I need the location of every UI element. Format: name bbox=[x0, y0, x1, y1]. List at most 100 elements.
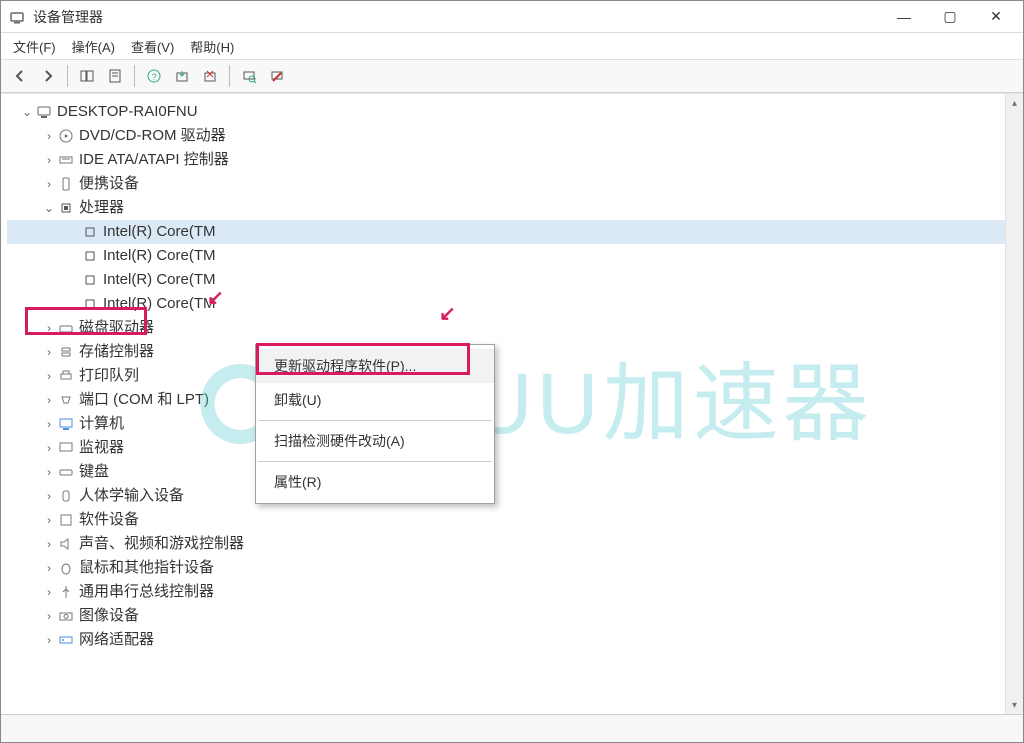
help-button[interactable]: ? bbox=[141, 63, 167, 89]
storage-icon bbox=[57, 343, 75, 361]
tree-node-label: DVD/CD-ROM 驱动器 bbox=[79, 124, 226, 148]
tree-root[interactable]: DESKTOP-RAI0FNU bbox=[7, 100, 1005, 124]
tree-node-label: 端口 (COM 和 LPT) bbox=[79, 388, 209, 412]
toolbar-separator bbox=[67, 65, 68, 87]
ctx-update-driver[interactable]: 更新驱动程序软件(P)... bbox=[256, 349, 494, 383]
vertical-scrollbar[interactable]: ▴ ▾ bbox=[1005, 94, 1023, 714]
keyboard-icon bbox=[57, 463, 75, 481]
svg-text:?: ? bbox=[151, 72, 156, 82]
menu-help[interactable]: 帮助(H) bbox=[184, 35, 240, 58]
uninstall-button[interactable] bbox=[197, 63, 223, 89]
expand-icon[interactable] bbox=[41, 580, 57, 604]
expand-icon[interactable] bbox=[41, 412, 57, 436]
context-menu-separator bbox=[258, 461, 492, 462]
expand-icon[interactable] bbox=[41, 148, 57, 172]
tree-node-label: 处理器 bbox=[79, 196, 124, 220]
tree-node-usb[interactable]: 通用串行总线控制器 bbox=[7, 580, 1005, 604]
close-button[interactable]: ✕ bbox=[973, 2, 1019, 32]
nav-back-button[interactable] bbox=[7, 63, 33, 89]
toolbar: ? bbox=[1, 59, 1023, 93]
tree-node-hid[interactable]: 人体学输入设备 bbox=[7, 484, 1005, 508]
tree-node-label: 存储控制器 bbox=[79, 340, 154, 364]
printer-icon bbox=[57, 367, 75, 385]
expand-icon[interactable] bbox=[41, 364, 57, 388]
tree-node-disk[interactable]: 磁盘驱动器 bbox=[7, 316, 1005, 340]
expand-icon[interactable] bbox=[41, 604, 57, 628]
ctx-uninstall[interactable]: 卸载(U) bbox=[256, 383, 494, 417]
cpu-icon bbox=[81, 223, 99, 241]
tree-node-dvd[interactable]: DVD/CD-ROM 驱动器 bbox=[7, 124, 1005, 148]
device-manager-window: 设备管理器 — ▢ ✕ 文件(F) 操作(A) 查看(V) 帮助(H) ? 网易… bbox=[0, 0, 1024, 743]
tree-node-label: 图像设备 bbox=[79, 604, 139, 628]
tree-node-label: 人体学输入设备 bbox=[79, 484, 184, 508]
device-tree[interactable]: 网易UU加速器 ↙ ↙ DESKTOP-RAI0FNU DVD/CD-ROM 驱… bbox=[1, 94, 1005, 714]
tree-node-portable[interactable]: 便携设备 bbox=[7, 172, 1005, 196]
expand-icon[interactable] bbox=[41, 340, 57, 364]
expand-icon[interactable] bbox=[41, 484, 57, 508]
tree-node-keyboard[interactable]: 键盘 bbox=[7, 460, 1005, 484]
portable-device-icon bbox=[57, 175, 75, 193]
tree-node-cpu-0[interactable]: Intel(R) Core(TM bbox=[7, 220, 1005, 244]
tree-node-imaging[interactable]: 图像设备 bbox=[7, 604, 1005, 628]
nav-forward-button[interactable] bbox=[35, 63, 61, 89]
tree-node-label: Intel(R) Core(TM bbox=[103, 268, 216, 292]
tree-node-computer[interactable]: 计算机 bbox=[7, 412, 1005, 436]
tree-node-printq[interactable]: 打印队列 bbox=[7, 364, 1005, 388]
tree-node-label: Intel(R) Core(TM bbox=[103, 220, 216, 244]
ctx-properties[interactable]: 属性(R) bbox=[256, 465, 494, 499]
ctx-scan-hardware[interactable]: 扫描检测硬件改动(A) bbox=[256, 424, 494, 458]
tree-node-label: 磁盘驱动器 bbox=[79, 316, 154, 340]
show-hide-tree-button[interactable] bbox=[74, 63, 100, 89]
tree-node-label: 声音、视频和游戏控制器 bbox=[79, 532, 244, 556]
tree-node-monitor[interactable]: 监视器 bbox=[7, 436, 1005, 460]
network-icon bbox=[57, 631, 75, 649]
tree-node-ide[interactable]: IDE ATA/ATAPI 控制器 bbox=[7, 148, 1005, 172]
app-icon bbox=[9, 9, 25, 25]
tree-node-mouse[interactable]: 鼠标和其他指针设备 bbox=[7, 556, 1005, 580]
cpu-icon bbox=[81, 295, 99, 313]
tree-node-storage[interactable]: 存储控制器 bbox=[7, 340, 1005, 364]
menu-view[interactable]: 查看(V) bbox=[125, 35, 180, 58]
maximize-button[interactable]: ▢ bbox=[927, 2, 973, 32]
tree-node-ports[interactable]: 端口 (COM 和 LPT) bbox=[7, 388, 1005, 412]
dvd-icon bbox=[57, 127, 75, 145]
expand-icon[interactable] bbox=[41, 124, 57, 148]
content: 网易UU加速器 ↙ ↙ DESKTOP-RAI0FNU DVD/CD-ROM 驱… bbox=[1, 93, 1023, 714]
menu-action[interactable]: 操作(A) bbox=[66, 35, 121, 58]
minimize-button[interactable]: — bbox=[881, 2, 927, 32]
disable-button[interactable] bbox=[264, 63, 290, 89]
cpu-icon bbox=[81, 271, 99, 289]
expand-icon[interactable] bbox=[41, 508, 57, 532]
tree-node-software[interactable]: 软件设备 bbox=[7, 508, 1005, 532]
expand-icon[interactable] bbox=[41, 436, 57, 460]
expand-icon[interactable] bbox=[41, 532, 57, 556]
expand-icon[interactable] bbox=[41, 316, 57, 340]
expand-icon[interactable] bbox=[41, 628, 57, 652]
tree-node-label: 键盘 bbox=[79, 460, 109, 484]
expand-icon[interactable] bbox=[41, 196, 57, 220]
tree-node-audio[interactable]: 声音、视频和游戏控制器 bbox=[7, 532, 1005, 556]
expand-icon[interactable] bbox=[41, 460, 57, 484]
tree-node-cpu-3[interactable]: Intel(R) Core(TM bbox=[7, 292, 1005, 316]
scroll-down-icon[interactable]: ▾ bbox=[1008, 698, 1022, 712]
tree-node-network[interactable]: 网络适配器 bbox=[7, 628, 1005, 652]
audio-icon bbox=[57, 535, 75, 553]
controller-icon bbox=[57, 151, 75, 169]
properties-button[interactable] bbox=[102, 63, 128, 89]
titlebar: 设备管理器 — ▢ ✕ bbox=[1, 1, 1023, 33]
tree-node-cpu-1[interactable]: Intel(R) Core(TM bbox=[7, 244, 1005, 268]
mouse-icon bbox=[57, 559, 75, 577]
tree-node-label: Intel(R) Core(TM bbox=[103, 292, 216, 316]
expand-icon[interactable] bbox=[41, 388, 57, 412]
expand-icon[interactable] bbox=[19, 100, 35, 124]
scroll-up-icon[interactable]: ▴ bbox=[1008, 96, 1022, 110]
tree-node-label: 软件设备 bbox=[79, 508, 139, 532]
tree-node-processors[interactable]: 处理器 bbox=[7, 196, 1005, 220]
update-driver-button[interactable] bbox=[169, 63, 195, 89]
monitor-icon bbox=[57, 439, 75, 457]
scan-hardware-button[interactable] bbox=[236, 63, 262, 89]
tree-node-cpu-2[interactable]: Intel(R) Core(TM bbox=[7, 268, 1005, 292]
expand-icon[interactable] bbox=[41, 556, 57, 580]
menu-file[interactable]: 文件(F) bbox=[7, 35, 62, 58]
expand-icon[interactable] bbox=[41, 172, 57, 196]
